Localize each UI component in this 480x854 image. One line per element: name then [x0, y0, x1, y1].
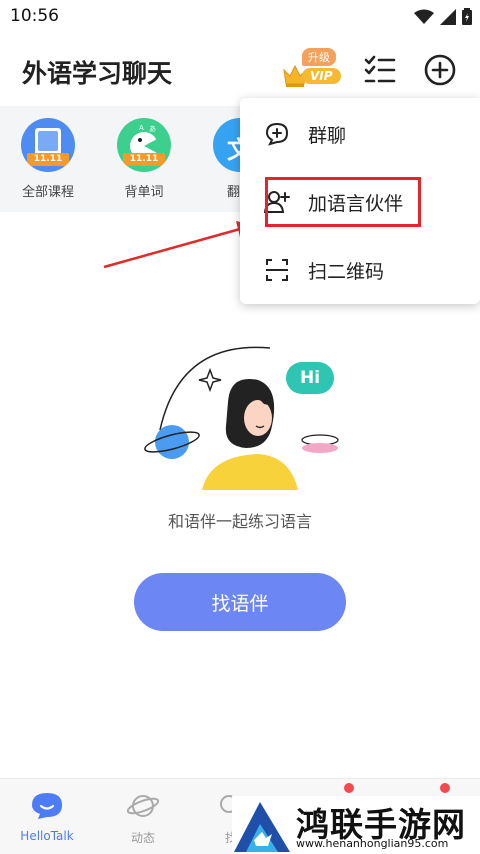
svg-text:A: A	[139, 124, 144, 132]
checklist-icon	[364, 55, 396, 83]
watermark-logo	[234, 802, 290, 852]
course-label: 全部课程	[21, 185, 74, 200]
status-icons	[414, 8, 472, 25]
task-list-button[interactable]	[362, 54, 398, 86]
plus-circle-icon	[424, 54, 456, 86]
red-arrow-annotation	[103, 221, 254, 269]
find-partner-button[interactable]: 找语伴	[134, 573, 346, 631]
status-time: 10:56	[10, 6, 59, 26]
menu-item-group-chat[interactable]: 群聊	[240, 104, 480, 164]
hi-bubble-text: Hi	[299, 368, 321, 388]
page-title: 外语学习聊天	[22, 59, 173, 88]
signal-icon	[440, 8, 456, 25]
empty-state-message: 和语伴一起练习语言	[167, 512, 312, 531]
group-chat-icon	[264, 121, 290, 147]
add-dropdown-menu: 群聊 加语言伙伴 扫二维码	[240, 98, 480, 304]
app-header: 外语学习聊天 升级 VIP	[0, 34, 480, 106]
watermark-url: www.henanhonglian95.com	[296, 837, 449, 850]
vip-label: VIP	[302, 68, 341, 84]
planet-icon	[126, 795, 160, 817]
nav-tab-hellotalk[interactable]: HelloTalk	[2, 791, 92, 843]
empty-state-illustration: Hi	[140, 330, 350, 500]
scan-qr-icon	[264, 257, 290, 283]
course-item-all[interactable]: 11.11 全部课程	[8, 118, 88, 200]
course-label: 背单词	[124, 185, 164, 200]
status-bar: 10:56	[0, 0, 480, 34]
vip-upgrade-button[interactable]: 升级 VIP	[282, 48, 344, 92]
course-circle: 11.11	[21, 118, 75, 172]
watermark: 鸿联手游网 www.henanhonglian95.com	[232, 796, 480, 854]
notification-dot	[440, 783, 450, 793]
menu-item-label: 群聊	[308, 124, 347, 147]
menu-item-scan-qr[interactable]: 扫二维码	[240, 240, 480, 300]
nav-label: HelloTalk	[20, 829, 74, 843]
wifi-icon	[414, 9, 434, 24]
promo-badge: 11.11	[27, 153, 69, 166]
promo-badge: 11.11	[123, 153, 165, 166]
highlight-annotation-box	[265, 177, 421, 227]
course-item-vocab[interactable]: A あ 11.11 背单词	[104, 118, 184, 200]
hellotalk-chat-icon	[32, 793, 62, 819]
hi-bubble: Hi	[286, 362, 334, 394]
nav-label: 动态	[130, 831, 155, 845]
course-circle: A あ 11.11	[117, 118, 171, 172]
nav-tab-moments[interactable]: 动态	[98, 791, 188, 846]
menu-item-label: 扫二维码	[308, 260, 385, 283]
battery-icon	[462, 8, 472, 25]
svg-text:あ: あ	[149, 125, 156, 133]
girl-illustration	[144, 346, 339, 490]
notification-dot	[344, 783, 354, 793]
add-button[interactable]	[422, 52, 458, 88]
